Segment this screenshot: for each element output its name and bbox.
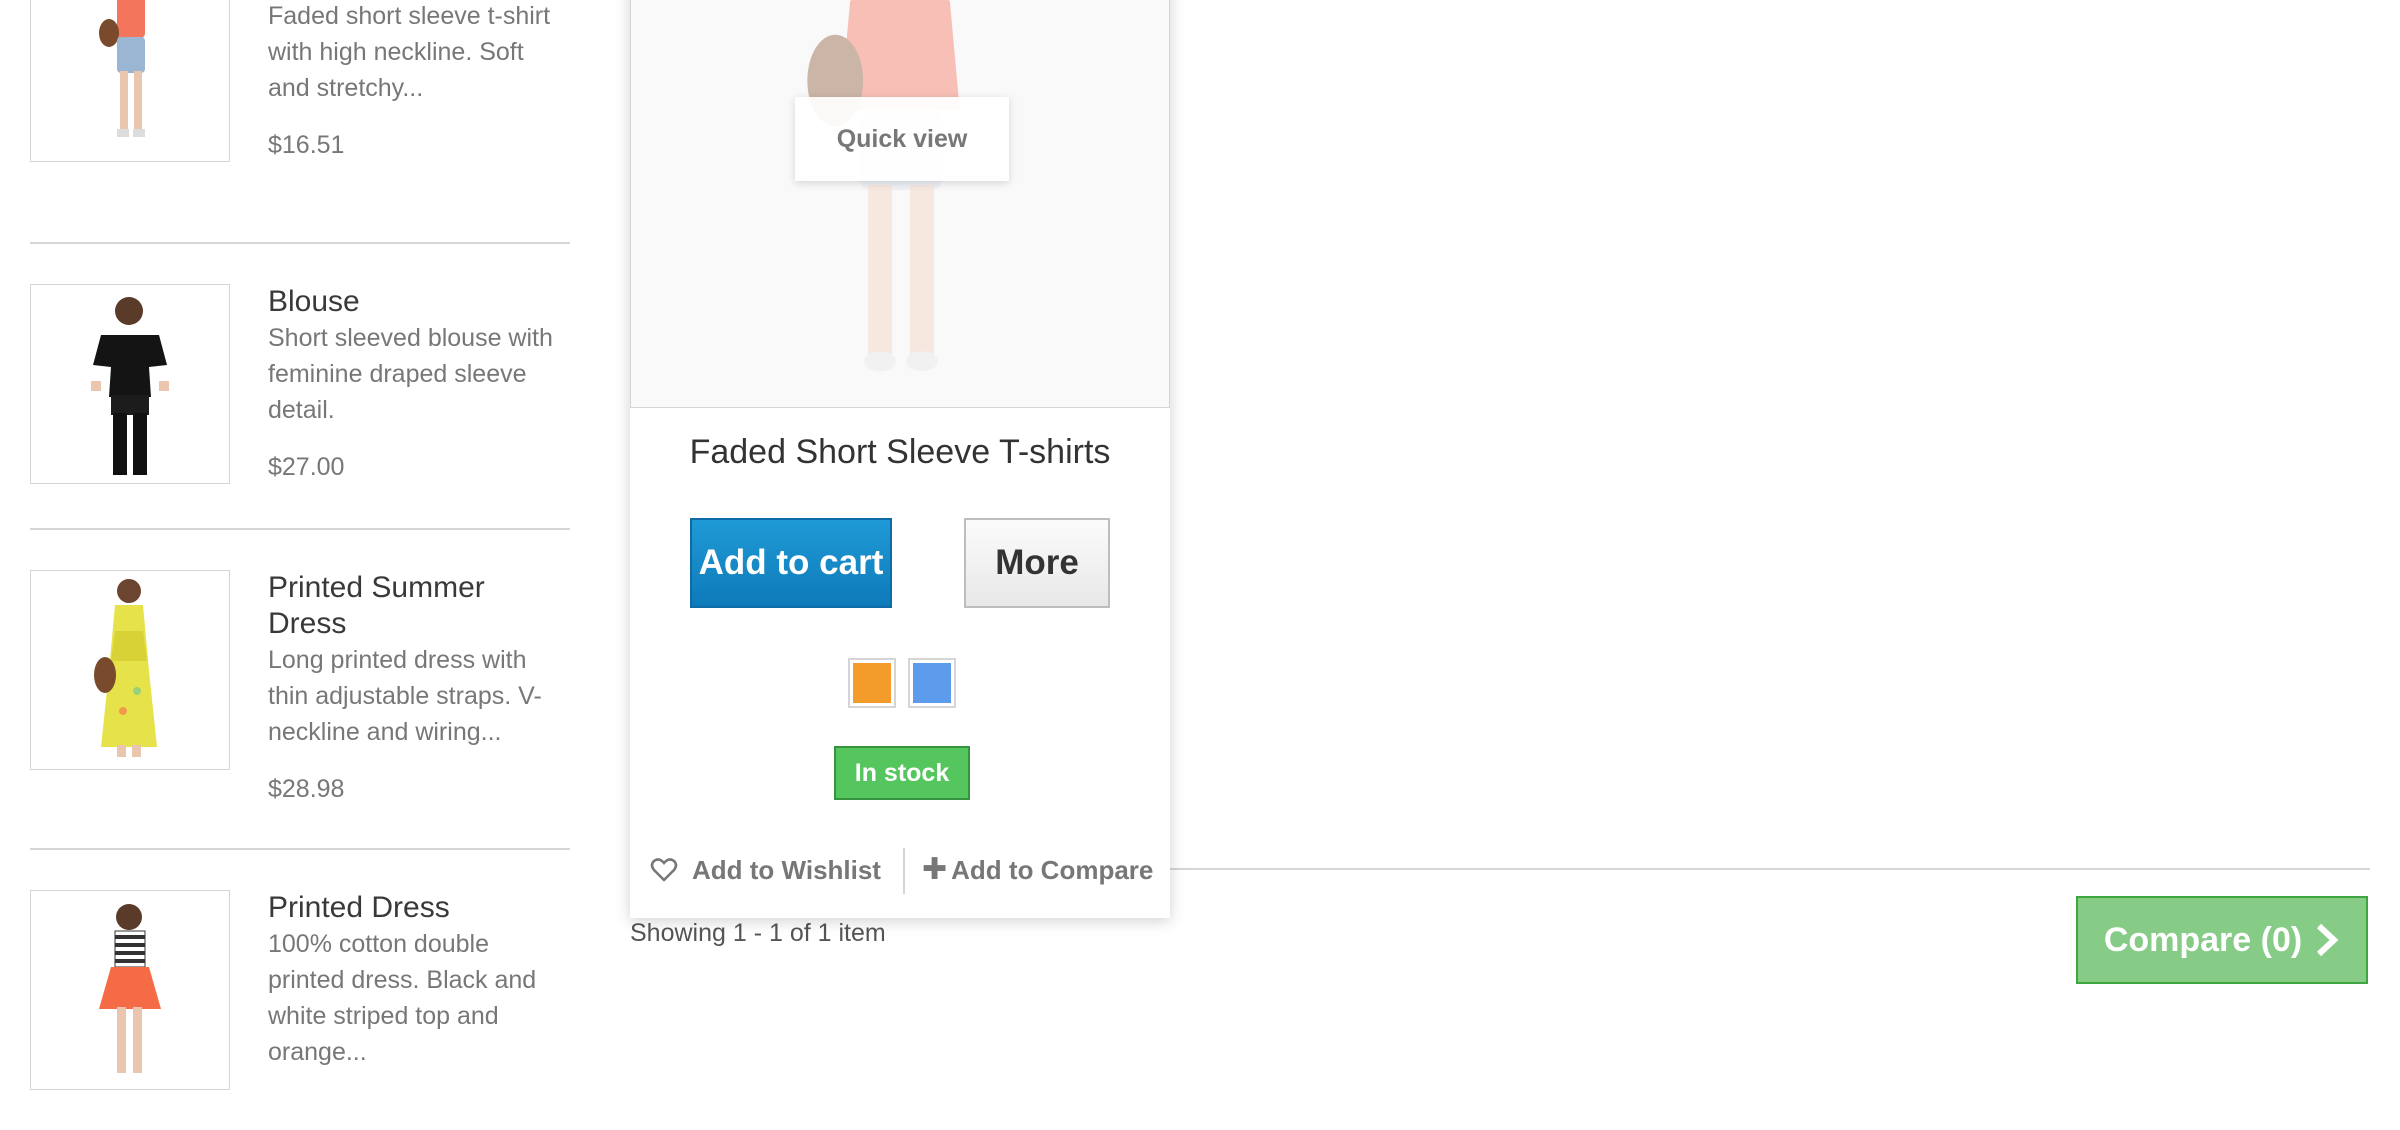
product-thumbnail[interactable] (30, 0, 230, 162)
product-photo (631, 0, 1169, 407)
product-name-link[interactable]: Printed Summer Dress (268, 570, 568, 642)
product-image[interactable]: Quick view (630, 0, 1170, 408)
product-price: $27.00 (268, 453, 345, 481)
add-to-cart-button[interactable]: Add to cart (690, 518, 892, 608)
compare-button[interactable]: Compare (0) (2076, 896, 2368, 984)
product-price: $16.51 (268, 131, 345, 159)
product-description: Short sleeved blouse with feminine drape… (268, 324, 553, 424)
list-item: Printed Dress 100% cotton double printed… (30, 890, 570, 1130)
swatch-color (913, 663, 951, 703)
product-description: Faded short sleeve t-shirt with high nec… (268, 2, 551, 102)
plus-icon: ✚ (922, 853, 948, 886)
product-title-link[interactable]: Faded Short Sleeve T-shirts (630, 432, 1170, 472)
divider (30, 528, 570, 530)
quick-view-label: Quick view (836, 124, 968, 153)
divider (903, 848, 905, 894)
more-button[interactable]: More (964, 518, 1110, 608)
more-label: More (995, 543, 1079, 582)
list-item: Blouse Short sleeved blouse with feminin… (30, 284, 570, 524)
product-photo (31, 571, 229, 769)
product-thumbnail[interactable] (30, 890, 230, 1090)
product-photo (31, 285, 229, 483)
color-swatch-orange[interactable] (848, 658, 896, 708)
compare-button-label: Compare (0) (2103, 920, 2303, 959)
add-to-compare-link[interactable]: ✚ Add to Compare (922, 842, 1153, 898)
list-item: shirts Faded short sleeve t-shirt with h… (30, 0, 570, 202)
product-name-link[interactable]: Printed Dress (268, 890, 568, 926)
product-thumbnail[interactable] (30, 570, 230, 770)
pagination-summary: Showing 1 - 1 of 1 item (630, 919, 886, 947)
stock-badge: In stock (834, 746, 970, 800)
divider (30, 848, 570, 850)
add-to-wishlist-link[interactable]: Add to Wishlist (650, 842, 881, 898)
chevron-right-icon (2317, 923, 2339, 957)
product-name-link[interactable]: Blouse (268, 284, 568, 320)
stock-label: In stock (854, 758, 950, 787)
color-swatch-blue[interactable] (908, 658, 956, 708)
product-description: 100% cotton double printed dress. Black … (268, 930, 537, 1066)
quick-view-button[interactable]: Quick view (795, 97, 1009, 181)
heart-icon (650, 858, 678, 882)
product-thumbnail[interactable] (30, 284, 230, 484)
compare-label: Add to Compare (951, 854, 1154, 885)
product-description: Long printed dress with thin adjustable … (268, 646, 542, 746)
list-item: Printed Summer Dress Long printed dress … (30, 570, 570, 810)
divider (30, 242, 570, 244)
swatch-color (853, 663, 891, 703)
card-actions: Add to Wishlist ✚ Add to Compare (630, 842, 1170, 898)
product-card[interactable]: Quick view Faded Short Sleeve T-shirts A… (630, 0, 1170, 918)
related-products-list: shirts Faded short sleeve t-shirt with h… (0, 0, 580, 1090)
wishlist-label: Add to Wishlist (692, 854, 881, 885)
product-price: $28.98 (268, 775, 345, 803)
product-photo (31, 0, 229, 161)
product-photo (31, 891, 229, 1089)
add-to-cart-label: Add to cart (698, 543, 884, 582)
